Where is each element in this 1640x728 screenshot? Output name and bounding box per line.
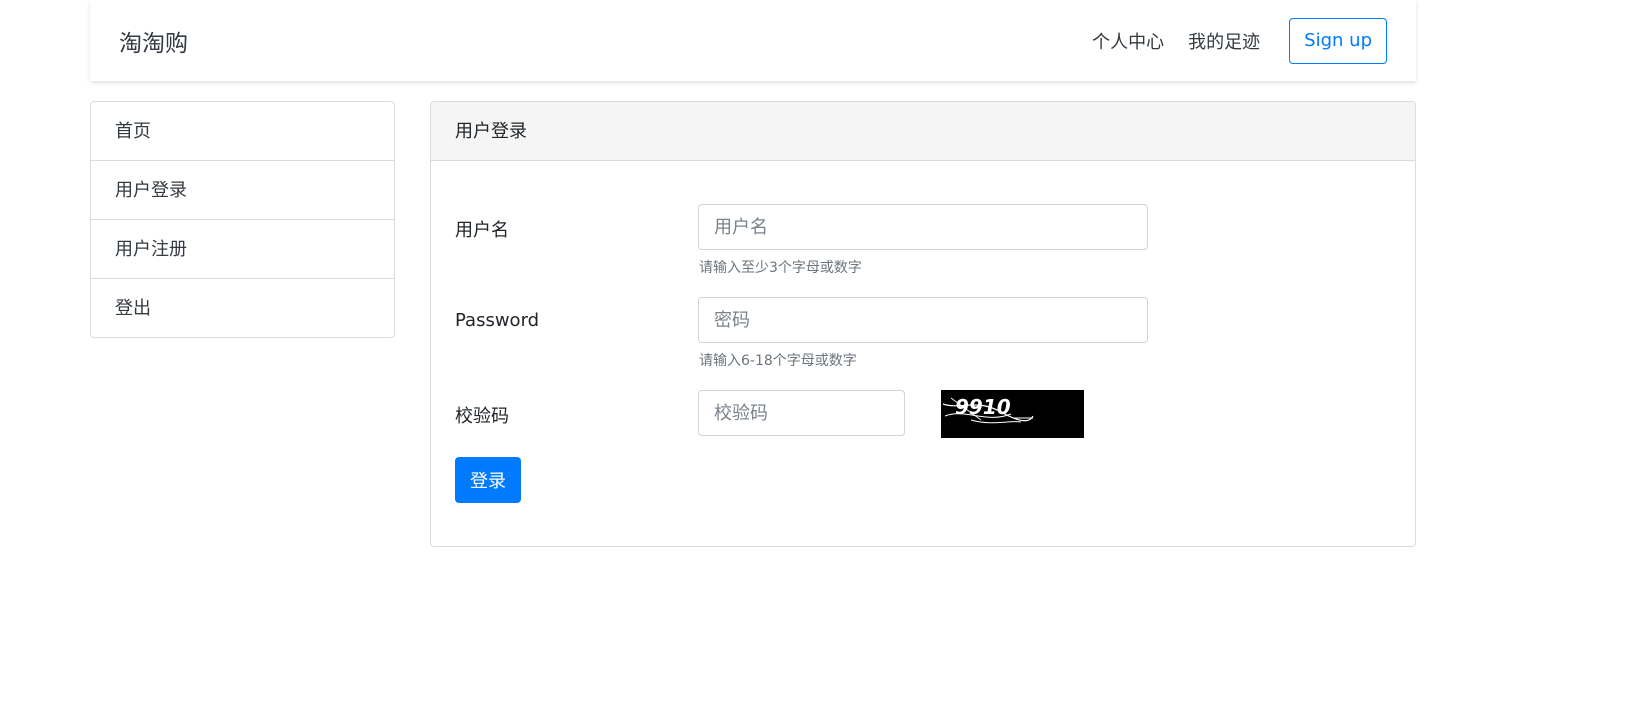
captcha-noise-graphic: 9910 [942,395,1034,424]
login-form: 用户名 请输入至少3个字母或数字 Password 请输入6-18个字母或数字 … [431,161,1415,546]
brand-logo[interactable]: 淘淘购 [119,24,188,58]
login-card: 用户登录 用户名 请输入至少3个字母或数字 Password 请输入6-18个字… [430,101,1416,547]
captcha-text: 9910 [955,395,1011,419]
login-button[interactable]: 登录 [455,457,521,503]
sidebar-item-home[interactable]: 首页 [91,102,394,161]
password-label: Password [455,310,540,331]
captcha-label: 校验码 [455,406,509,427]
password-input[interactable] [698,297,1148,343]
sidebar-menu: 首页 用户登录 用户注册 登出 [90,101,395,338]
username-input[interactable] [698,204,1148,250]
username-label: 用户名 [455,220,509,241]
sidebar-item-logout[interactable]: 登出 [91,279,394,337]
sidebar-item-login[interactable]: 用户登录 [91,161,394,220]
login-card-title: 用户登录 [431,102,1415,161]
captcha-image[interactable]: 9910 [941,390,1084,438]
username-help-text: 请输入至少3个字母或数字 [699,260,862,276]
password-help-text: 请输入6-18个字母或数字 [699,353,857,369]
captcha-input[interactable] [698,390,905,436]
top-navbar: 淘淘购 个人中心 我的足迹 Sign up [90,0,1416,81]
nav-link-personal-center[interactable]: 个人中心 [1092,28,1164,54]
sidebar-item-register[interactable]: 用户注册 [91,220,394,279]
nav-link-my-footprints[interactable]: 我的足迹 [1188,28,1260,54]
navbar-right: 个人中心 我的足迹 Sign up [1068,17,1387,64]
signup-button[interactable]: Sign up [1289,17,1387,64]
